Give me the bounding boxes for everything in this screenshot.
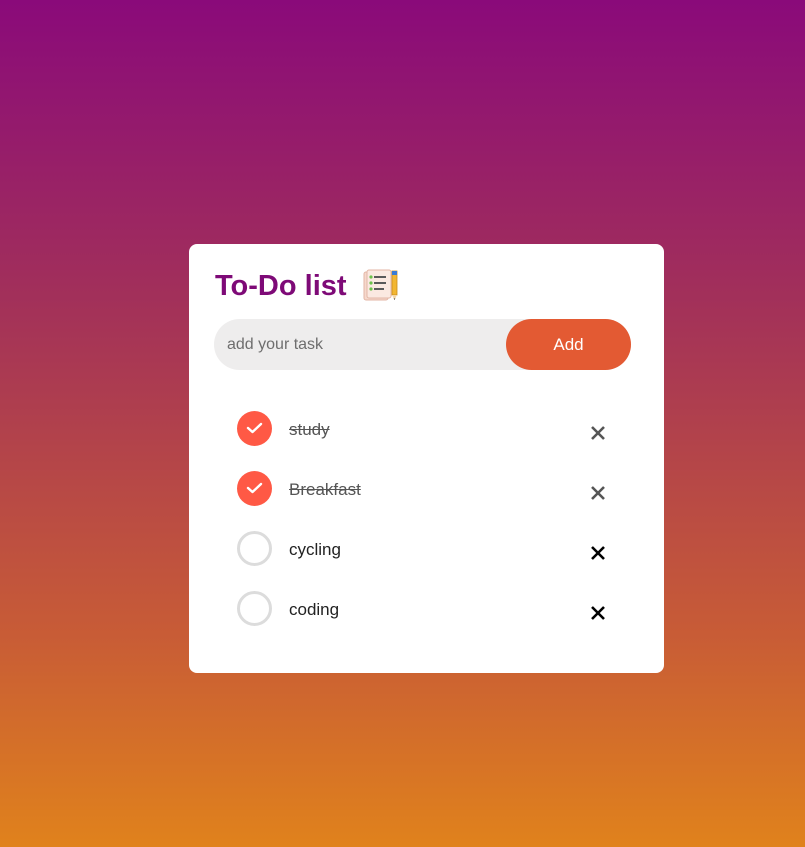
notepad-with-pencil-icon [361, 268, 399, 304]
add-task-bar: Add [214, 319, 631, 370]
checked-icon[interactable] [237, 471, 272, 506]
checked-icon[interactable] [237, 411, 272, 446]
close-icon[interactable] [589, 424, 607, 442]
close-icon[interactable] [589, 604, 607, 622]
task-item[interactable]: study [237, 410, 617, 470]
title-row: To-Do list [215, 268, 399, 304]
close-icon[interactable] [589, 484, 607, 502]
task-label: study [289, 420, 330, 439]
task-input[interactable] [214, 319, 504, 370]
add-button[interactable]: Add [506, 319, 631, 370]
todo-card: To-Do list Add [189, 244, 664, 673]
task-item[interactable]: cycling [237, 530, 617, 590]
unchecked-circle-icon[interactable] [237, 591, 272, 626]
task-item[interactable]: Breakfast [237, 470, 617, 530]
unchecked-circle-icon[interactable] [237, 531, 272, 566]
task-label: Breakfast [289, 480, 361, 499]
task-item[interactable]: coding [237, 590, 617, 650]
task-list: study Breakfast cycling coding [237, 410, 617, 650]
page-title: To-Do list [215, 270, 347, 302]
close-icon[interactable] [589, 544, 607, 562]
task-label: cycling [289, 540, 341, 559]
task-label: coding [289, 600, 340, 619]
